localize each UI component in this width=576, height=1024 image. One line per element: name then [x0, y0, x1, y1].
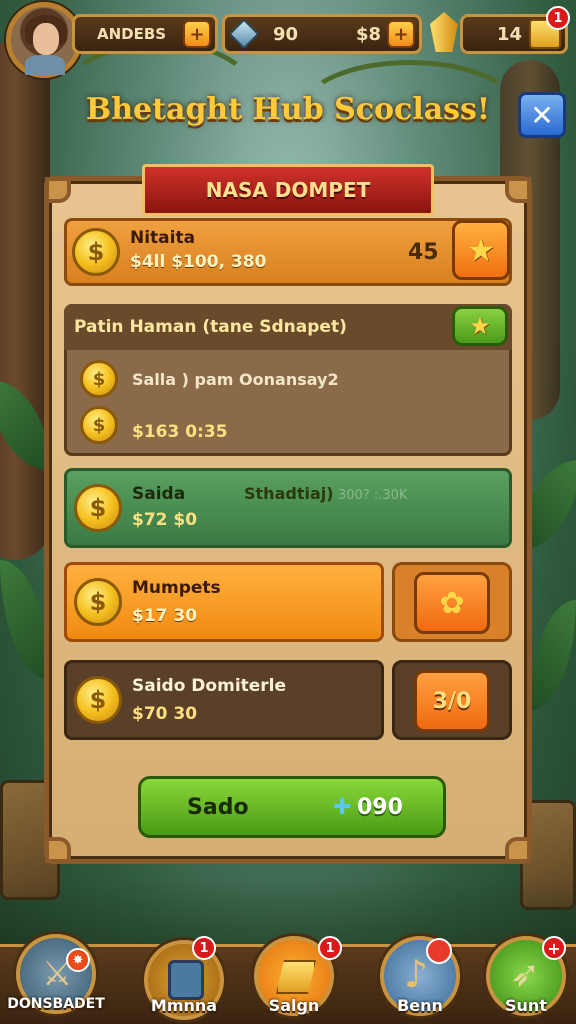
map-icon	[168, 960, 204, 1000]
row-title: Saido Domiterle	[132, 676, 287, 696]
row-amount: $72 $0	[132, 510, 198, 530]
avatar-shirt	[25, 55, 65, 75]
row-amount: $17 30	[132, 606, 198, 626]
nav-label: Benn	[397, 996, 443, 1015]
leaf	[0, 560, 50, 680]
nav-label: Mmnna	[150, 996, 218, 1015]
panel-corner	[505, 177, 531, 203]
panel-corner	[45, 177, 71, 203]
row-title: Saida	[132, 484, 186, 504]
coin-icon: $	[74, 484, 122, 532]
player-name: ANDEBS	[97, 25, 167, 43]
gold-icon	[276, 960, 316, 994]
panel-banner: NASA DOMPET	[142, 164, 434, 216]
row-amount: $4ll $100, 380	[130, 252, 267, 272]
coin-icon: $	[80, 406, 118, 444]
player-avatar[interactable]	[6, 2, 82, 78]
nav-badge: ✸	[66, 948, 90, 972]
add-coins-button[interactable]: +	[387, 20, 415, 48]
gold-crystal-icon	[430, 12, 458, 52]
gems-bar: 90 $8 +	[222, 14, 422, 54]
coin-icon: $	[80, 360, 118, 398]
nav-alert-dot	[426, 938, 452, 964]
coins-count: $8	[355, 23, 381, 45]
row-line: Salla ) pam Oonansay2	[132, 370, 339, 389]
panel-corner	[45, 837, 71, 863]
star-button[interactable]: ★	[452, 306, 508, 346]
action-button[interactable]: 3/0	[414, 670, 490, 732]
flower-icon: ✿	[439, 585, 465, 621]
sword-icon: ➶	[510, 954, 541, 995]
star-icon: ★	[466, 231, 496, 269]
row-title: Mumpets	[132, 578, 221, 598]
gems-count: 90	[273, 23, 299, 45]
cta-value: 090	[357, 794, 403, 820]
coin-icon: $	[74, 676, 122, 724]
row-header-text: Patin Haman (tane Sdnapet)	[74, 317, 347, 337]
star-icon: ★	[469, 312, 491, 340]
row-faint-text: 300? :.30K	[338, 488, 408, 503]
puzzle-icon: ✚	[333, 794, 352, 820]
star-button[interactable]: ★	[452, 220, 510, 280]
notification-badge: 1	[546, 6, 570, 30]
row-line: $163 0:35	[132, 422, 228, 442]
row-title: Nitaita	[130, 228, 196, 248]
chests-count: 14	[497, 23, 523, 45]
horn-icon: ♪	[404, 952, 429, 996]
page-title: Bhetaght Hub Scoclass!	[85, 92, 491, 127]
leaf	[530, 600, 576, 710]
cta-label: Sado	[187, 794, 249, 820]
nav-badge: 1	[318, 936, 342, 960]
sado-button[interactable]: Sado ✚ 090	[138, 776, 446, 838]
add-plus-button[interactable]: +	[183, 20, 211, 48]
gem-icon	[228, 18, 260, 50]
nav-label: DONSBADET	[7, 996, 105, 1012]
nav-label: Sunt	[505, 996, 547, 1015]
player-name-bar: ANDEBS +	[72, 14, 218, 54]
list-item[interactable]	[64, 468, 512, 548]
row-value: 45	[408, 240, 439, 265]
nav-badge: +	[542, 936, 566, 960]
close-button[interactable]: ✕	[518, 92, 566, 138]
nav-label: Salgn	[268, 996, 320, 1015]
avatar-face	[33, 23, 59, 55]
coin-icon: $	[72, 228, 120, 276]
row-amount: $70 30	[132, 704, 198, 724]
row-extra: Sthadtiaj)	[244, 484, 334, 503]
nav-badge: 1	[192, 936, 216, 960]
panel-corner	[505, 837, 531, 863]
flower-button[interactable]: ✿	[414, 572, 490, 634]
coin-icon: $	[74, 578, 122, 626]
close-icon: ✕	[530, 98, 554, 132]
banner-title: NASA DOMPET	[205, 178, 371, 202]
